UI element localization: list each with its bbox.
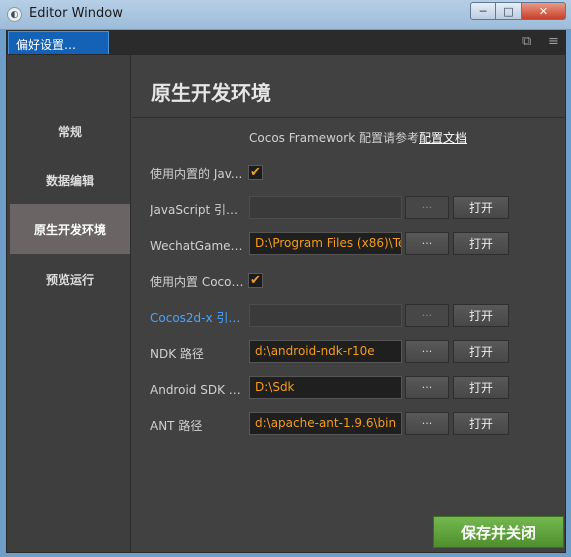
close-button[interactable]: ✕ <box>522 2 566 20</box>
window-title: Editor Window <box>29 6 123 21</box>
cocos2dx-open-button[interactable]: 打开 <box>453 304 509 327</box>
tab-preferences[interactable]: 偏好设置… <box>8 31 109 54</box>
save-and-close-button[interactable]: 保存并关闭 <box>433 516 564 548</box>
preferences-panel: 常规 数据编辑 原生开发环境 预览运行 原生开发环境 Cocos Framewo… <box>6 54 566 553</box>
ndk-browse-button[interactable]: ··· <box>405 340 449 363</box>
cocos2dx-path-input[interactable] <box>249 304 402 327</box>
use-builtin-js-checkbox[interactable]: ✔ <box>248 165 263 180</box>
js-engine-browse-button[interactable]: ··· <box>405 196 449 219</box>
title-divider <box>132 117 565 118</box>
window-titlebar: ◐ Editor Window ─ □ ✕ <box>0 0 571 30</box>
ant-browse-button[interactable]: ··· <box>405 412 449 435</box>
use-builtin-cocos-label: 使用内置 Cocos... <box>150 275 246 289</box>
sidebar-item-data-editing[interactable]: 数据编辑 <box>10 155 130 205</box>
wechat-open-button[interactable]: 打开 <box>453 232 509 255</box>
use-builtin-js-label: 使用内置的 Jav... <box>150 167 243 181</box>
cocos2dx-browse-button[interactable]: ··· <box>405 304 449 327</box>
ndk-label: NDK 路径 <box>150 347 204 361</box>
js-engine-label: JavaScript 引擎... <box>150 203 246 217</box>
js-engine-path-input[interactable] <box>249 196 402 219</box>
ant-label: ANT 路径 <box>150 419 203 433</box>
android-sdk-browse-button[interactable]: ··· <box>405 376 449 399</box>
android-sdk-open-button[interactable]: 打开 <box>453 376 509 399</box>
tab-strip: 偏好设置… ⧉ ≡ <box>6 30 566 54</box>
wechat-label: WechatGame 程... <box>150 239 246 253</box>
ant-open-button[interactable]: 打开 <box>453 412 509 435</box>
framework-note: Cocos Framework 配置请参考配置文档 <box>249 129 467 146</box>
ndk-path-input[interactable]: d:\android-ndk-r10e <box>249 340 402 363</box>
main-panel: 原生开发环境 Cocos Framework 配置请参考配置文档 使用内置的 J… <box>132 55 565 552</box>
js-engine-open-button[interactable]: 打开 <box>453 196 509 219</box>
menu-icon[interactable]: ≡ <box>548 34 559 49</box>
config-doc-link[interactable]: 配置文档 <box>419 131 467 145</box>
use-builtin-cocos-checkbox[interactable]: ✔ <box>248 273 263 288</box>
maximize-button[interactable]: □ <box>496 2 522 20</box>
android-sdk-path-input[interactable]: D:\Sdk <box>249 376 402 399</box>
ndk-open-button[interactable]: 打开 <box>453 340 509 363</box>
sidebar-item-preview-run[interactable]: 预览运行 <box>10 254 130 304</box>
popout-icon[interactable]: ⧉ <box>522 34 531 49</box>
android-sdk-label: Android SDK 路... <box>150 383 246 397</box>
sidebar: 常规 数据编辑 原生开发环境 预览运行 <box>7 55 131 552</box>
page-title: 原生开发环境 <box>151 81 271 105</box>
cocos2dx-label: Cocos2d-x 引擎... <box>150 311 246 325</box>
sidebar-item-general[interactable]: 常规 <box>10 106 130 156</box>
wechat-browse-button[interactable]: ··· <box>405 232 449 255</box>
app-icon: ◐ <box>7 7 22 22</box>
ant-path-input[interactable]: d:\apache-ant-1.9.6\bin <box>249 412 402 435</box>
wechat-path-input[interactable]: D:\Program Files (x86)\Ter <box>249 232 402 255</box>
framework-text: Cocos Framework 配置请参考 <box>249 131 419 145</box>
sidebar-item-native-env[interactable]: 原生开发环境 <box>10 204 130 254</box>
minimize-button[interactable]: ─ <box>470 2 496 20</box>
